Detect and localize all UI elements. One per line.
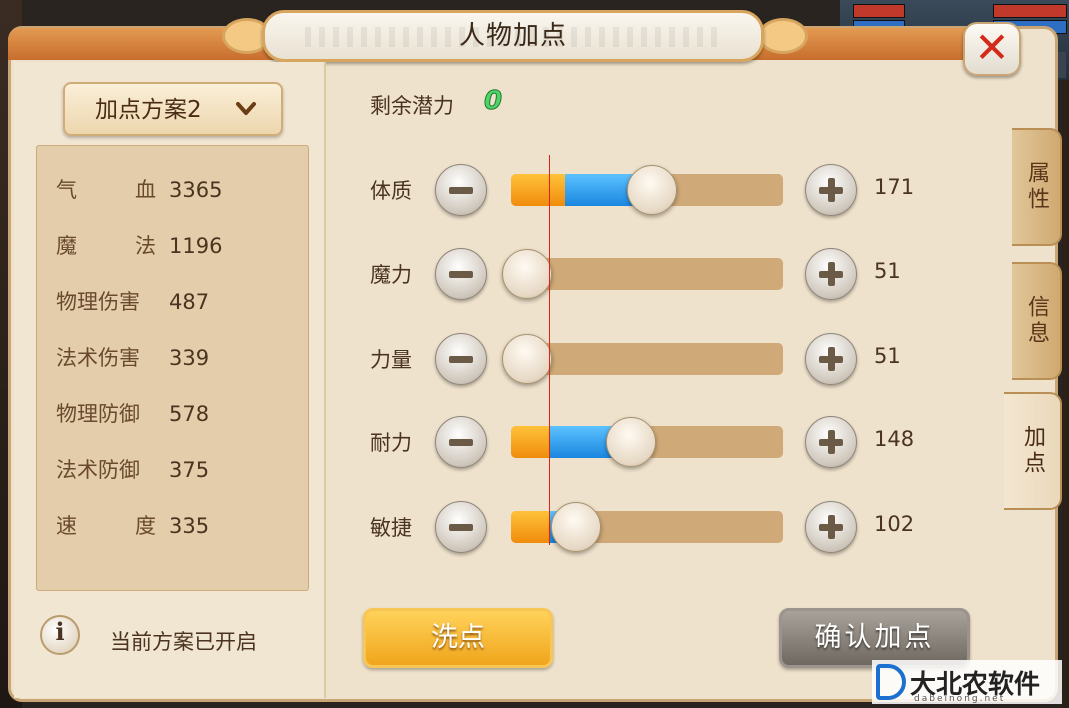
attr-label: 敏捷 [370, 516, 412, 540]
potential-value: 0 [483, 86, 503, 117]
plus-icon-vertical [828, 515, 835, 539]
attr-slider-knob[interactable] [502, 249, 552, 299]
baseline-marker-line [549, 155, 550, 545]
watermark-subtext: dabeinong.net [914, 694, 1006, 704]
attr-value: 51 [874, 259, 901, 283]
plus-icon-vertical [828, 430, 835, 454]
plus-button[interactable] [805, 164, 857, 216]
stat-name: 速度 [56, 511, 156, 541]
attr-label: 力量 [370, 348, 412, 372]
attr-label: 魔力 [370, 263, 412, 287]
stat-name-char: 度 [135, 514, 156, 538]
attr-value: 51 [874, 344, 901, 368]
minus-icon [449, 187, 473, 194]
plus-button[interactable] [805, 416, 857, 468]
hud-hp-bar [853, 4, 905, 18]
confirm-points-button[interactable]: 确认加点 [779, 608, 970, 668]
stat-name-char: 气 [56, 178, 77, 202]
title-ornament-right [758, 18, 808, 54]
stat-value: 375 [169, 458, 210, 482]
plus-icon-vertical [828, 178, 835, 202]
attr-slider-knob[interactable] [502, 334, 552, 384]
stat-name-char: 魔 [56, 234, 77, 258]
stat-name: 物理伤害 [56, 290, 140, 314]
plus-icon-vertical [828, 347, 835, 371]
stat-value: 1196 [169, 234, 223, 258]
attr-label: 耐力 [370, 431, 412, 455]
stat-name: 魔法 [56, 231, 156, 261]
plus-button[interactable] [805, 333, 857, 385]
side-tab[interactable]: 属性 [1012, 128, 1062, 246]
attr-base-fill [511, 426, 549, 458]
minus-button[interactable] [435, 248, 487, 300]
close-button[interactable]: ✕ [963, 22, 1021, 76]
plan-dropdown[interactable]: 加点方案2 [63, 82, 283, 136]
attr-value: 148 [874, 427, 915, 451]
stat-value: 335 [169, 514, 210, 538]
plan-dropdown-label: 加点方案2 [95, 97, 202, 123]
confirm-points-label: 确认加点 [814, 622, 935, 653]
attr-base-fill [511, 511, 549, 543]
stat-name: 物理防御 [56, 402, 140, 426]
minus-icon [449, 356, 473, 363]
minus-icon [449, 271, 473, 278]
stat-name: 气血 [56, 175, 156, 205]
hud-hp-bar-2 [993, 4, 1067, 18]
attr-slider-knob[interactable] [606, 417, 656, 467]
minus-icon [449, 439, 473, 446]
minus-button[interactable] [435, 416, 487, 468]
attr-label: 体质 [370, 179, 412, 203]
minus-button[interactable] [435, 164, 487, 216]
minus-button[interactable] [435, 501, 487, 553]
stat-value: 578 [169, 402, 210, 426]
minus-button[interactable] [435, 333, 487, 385]
stat-name: 法术防御 [56, 458, 140, 482]
plan-status-text: 当前方案已开启 [110, 630, 257, 654]
stat-name: 法术伤害 [56, 346, 140, 370]
stat-value: 339 [169, 346, 210, 370]
reset-points-button[interactable]: 洗点 [363, 608, 553, 668]
plus-icon-vertical [828, 262, 835, 286]
stat-name-char: 法 [135, 234, 156, 258]
attr-base-fill [511, 174, 565, 206]
plus-button[interactable] [805, 248, 857, 300]
plus-button[interactable] [805, 501, 857, 553]
info-icon[interactable]: i [40, 615, 80, 655]
attr-slider-knob[interactable] [551, 502, 601, 552]
attr-value: 102 [874, 512, 915, 536]
potential-label: 剩余潜力 [370, 94, 454, 118]
close-x-icon: ✕ [974, 23, 1010, 72]
reset-points-label: 洗点 [431, 622, 485, 653]
minus-icon [449, 524, 473, 531]
title-plate: 人物加点 [262, 10, 764, 62]
attr-slider-knob[interactable] [627, 165, 677, 215]
chevron-down-icon [236, 102, 256, 115]
stat-name-char: 速 [56, 514, 77, 538]
game-scene-right [1062, 80, 1069, 708]
window-title: 人物加点 [458, 21, 567, 51]
stat-name-char: 血 [135, 178, 156, 202]
stat-value: 3365 [169, 178, 223, 202]
side-tab[interactable]: 信息 [1012, 262, 1062, 380]
attr-value: 171 [874, 175, 915, 199]
side-tab[interactable]: 加点 [1004, 392, 1062, 510]
stat-value: 487 [169, 290, 210, 314]
